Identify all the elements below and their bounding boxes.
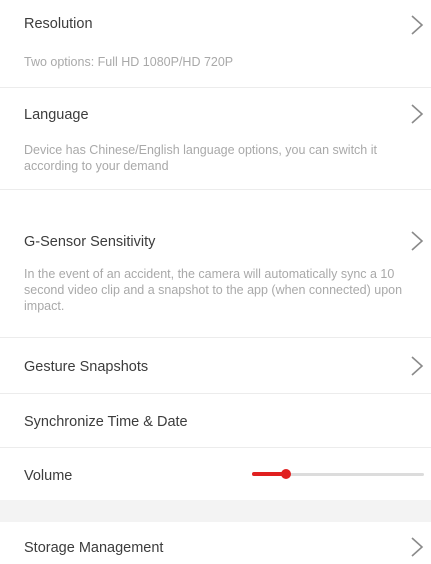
setting-row-resolution[interactable]: Resolution Two options: Full HD 1080P/HD…	[0, 0, 431, 88]
resolution-title: Resolution	[24, 16, 93, 32]
setting-row-sync-time[interactable]: Synchronize Time & Date	[0, 394, 431, 448]
chevron-right-icon	[408, 355, 426, 377]
resolution-description: Two options: Full HD 1080P/HD 720P	[24, 55, 234, 69]
chevron-right-icon	[408, 14, 426, 36]
storage-management-title: Storage Management	[24, 540, 164, 556]
gsensor-description: In the event of an accident, the camera …	[24, 267, 403, 313]
language-description: Device has Chinese/English language opti…	[24, 143, 377, 173]
chevron-right-icon	[408, 536, 426, 558]
volume-slider[interactable]	[252, 469, 424, 479]
sync-time-title: Synchronize Time & Date	[24, 414, 188, 430]
volume-slider-thumb[interactable]	[281, 469, 291, 479]
setting-row-gsensor[interactable]: G-Sensor Sensitivity In the event of an …	[0, 210, 431, 338]
chevron-right-icon	[408, 103, 426, 125]
setting-row-gesture-snapshots[interactable]: Gesture Snapshots	[0, 338, 431, 394]
settings-page: Resolution Two options: Full HD 1080P/HD…	[0, 0, 431, 564]
setting-row-storage-management[interactable]: Storage Management	[0, 522, 431, 564]
volume-title: Volume	[24, 468, 73, 484]
language-title: Language	[24, 107, 89, 123]
section-divider	[0, 500, 431, 522]
chevron-right-icon	[408, 230, 426, 252]
gsensor-title: G-Sensor Sensitivity	[24, 234, 156, 250]
gesture-snapshots-title: Gesture Snapshots	[24, 359, 149, 375]
setting-row-language[interactable]: Language Device has Chinese/English lang…	[0, 88, 431, 190]
